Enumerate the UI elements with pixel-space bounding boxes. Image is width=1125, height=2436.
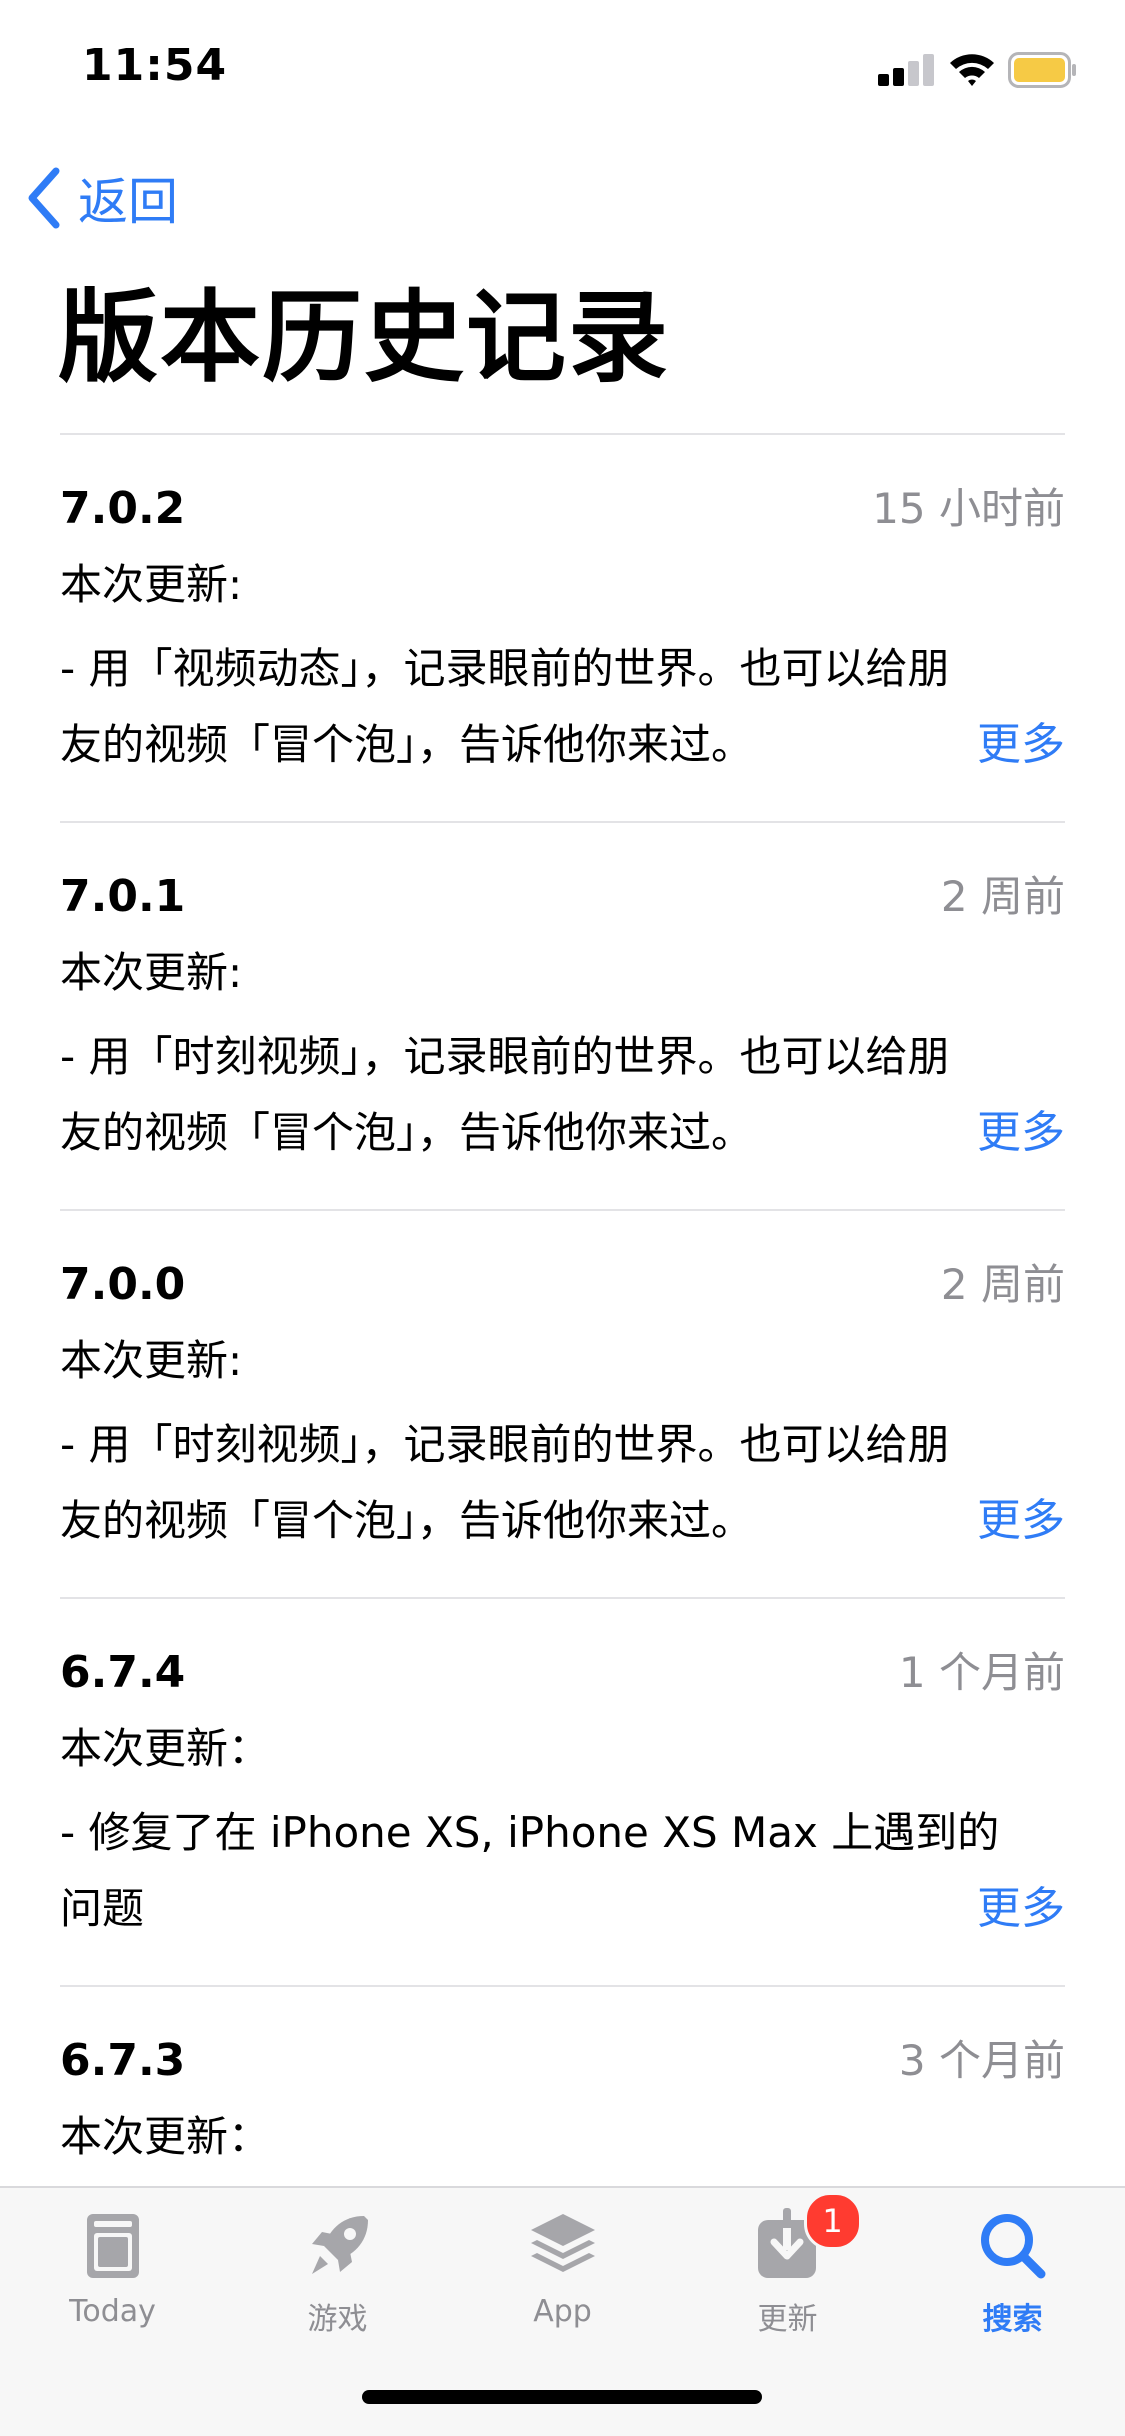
status-bar: 11:54 bbox=[0, 0, 1125, 140]
version-date: 2 周前 bbox=[940, 872, 1065, 921]
tab-updates[interactable]: 1 更新 bbox=[675, 2192, 900, 2356]
tab-games[interactable]: 游戏 bbox=[225, 2206, 450, 2356]
app-store-version-history-screen: 11:54 返回 版本历史记录 7.0.2 15 小时前 本次更新: - 用「视… bbox=[0, 0, 1125, 2436]
version-number: 7.0.0 bbox=[60, 1259, 186, 1310]
version-date: 15 小时前 bbox=[872, 484, 1065, 533]
status-time: 11:54 bbox=[82, 40, 228, 91]
chevron-left-icon bbox=[28, 167, 60, 229]
version-list: 7.0.2 15 小时前 本次更新: - 用「视频动态」，记录眼前的世界。也可以… bbox=[60, 435, 1065, 2375]
version-item: 7.0.0 2 周前 本次更新: - 用「时刻视频」，记录眼前的世界。也可以给朋… bbox=[60, 1211, 1065, 1599]
back-button[interactable]: 返回 bbox=[22, 162, 178, 234]
tab-label: 游戏 bbox=[307, 2302, 368, 2337]
more-link[interactable]: 更多 bbox=[977, 1871, 1065, 1947]
tab-label: 更新 bbox=[757, 2302, 818, 2337]
version-item: 7.0.1 2 周前 本次更新: - 用「时刻视频」，记录眼前的世界。也可以给朋… bbox=[60, 823, 1065, 1211]
release-notes-line: - 用「时刻视频」，记录眼前的世界。也可以给朋 bbox=[60, 1032, 950, 1081]
download-icon-wrap: 1 bbox=[748, 2192, 862, 2286]
version-number: 7.0.2 bbox=[60, 483, 186, 534]
release-notes: - 修复了在 iPhone XS, iPhone XS Max 上遇到的 问题 bbox=[60, 1795, 1065, 1947]
version-item: 7.0.2 15 小时前 本次更新: - 用「视频动态」，记录眼前的世界。也可以… bbox=[60, 435, 1065, 823]
tab-label: 搜索 bbox=[982, 2302, 1043, 2337]
update-heading: 本次更新: bbox=[60, 948, 243, 997]
more-link[interactable]: 更多 bbox=[977, 707, 1065, 783]
update-heading: 本次更新： bbox=[60, 2112, 271, 2161]
version-date: 1 个月前 bbox=[898, 1648, 1065, 1697]
layers-icon bbox=[530, 2214, 595, 2272]
update-heading: 本次更新： bbox=[60, 1724, 271, 1773]
release-notes: - 用「视频动态」，记录眼前的世界。也可以给朋 友的视频「冒个泡」，告诉他你来过… bbox=[60, 631, 1065, 783]
release-notes-line: - 修复了在 iPhone XS, iPhone XS Max 上遇到的 bbox=[60, 1808, 1000, 1857]
update-heading: 本次更新: bbox=[60, 560, 243, 609]
version-number: 6.7.4 bbox=[60, 1647, 186, 1698]
version-date: 3 个月前 bbox=[898, 2036, 1065, 2085]
battery-icon bbox=[1008, 52, 1076, 88]
release-notes: - 用「时刻视频」，记录眼前的世界。也可以给朋 友的视频「冒个泡」，告诉他你来过… bbox=[60, 1407, 1065, 1559]
today-icon bbox=[86, 2214, 139, 2278]
update-heading: 本次更新: bbox=[60, 1336, 243, 1385]
back-label: 返回 bbox=[78, 173, 178, 231]
more-link[interactable]: 更多 bbox=[977, 1483, 1065, 1559]
page-title: 版本历史记录 bbox=[58, 279, 670, 396]
cellular-signal-icon bbox=[878, 54, 934, 86]
release-notes-line: 友的视频「冒个泡」，告诉他你来过。 bbox=[60, 1496, 754, 1545]
version-date: 2 周前 bbox=[940, 1260, 1065, 1309]
version-item: 6.7.4 1 个月前 本次更新： - 修复了在 iPhone XS, iPho… bbox=[60, 1599, 1065, 1987]
tab-label: Today bbox=[69, 2294, 156, 2329]
release-notes-line: - 用「视频动态」，记录眼前的世界。也可以给朋 bbox=[60, 644, 950, 693]
wifi-icon bbox=[950, 54, 994, 86]
tab-apps[interactable]: App bbox=[450, 2206, 675, 2356]
tab-today[interactable]: Today bbox=[0, 2206, 225, 2356]
more-link[interactable]: 更多 bbox=[977, 1095, 1065, 1171]
update-count-badge: 1 bbox=[803, 2192, 862, 2250]
rocket-icon bbox=[311, 2216, 368, 2274]
version-number: 7.0.1 bbox=[60, 871, 186, 922]
search-icon bbox=[980, 2214, 1045, 2279]
release-notes-line: - 用「时刻视频」，记录眼前的世界。也可以给朋 bbox=[60, 1420, 950, 1469]
release-notes-line: 友的视频「冒个泡」，告诉他你来过。 bbox=[60, 720, 754, 769]
home-indicator[interactable] bbox=[362, 2390, 762, 2404]
release-notes-line: 友的视频「冒个泡」，告诉他你来过。 bbox=[60, 1108, 754, 1157]
release-notes: - 用「时刻视频」，记录眼前的世界。也可以给朋 友的视频「冒个泡」，告诉他你来过… bbox=[60, 1019, 1065, 1171]
tab-search[interactable]: 搜索 bbox=[900, 2206, 1125, 2356]
version-number: 6.7.3 bbox=[60, 2035, 186, 2086]
release-notes-line: 问题 bbox=[60, 1884, 145, 1933]
tab-label: App bbox=[533, 2294, 592, 2329]
